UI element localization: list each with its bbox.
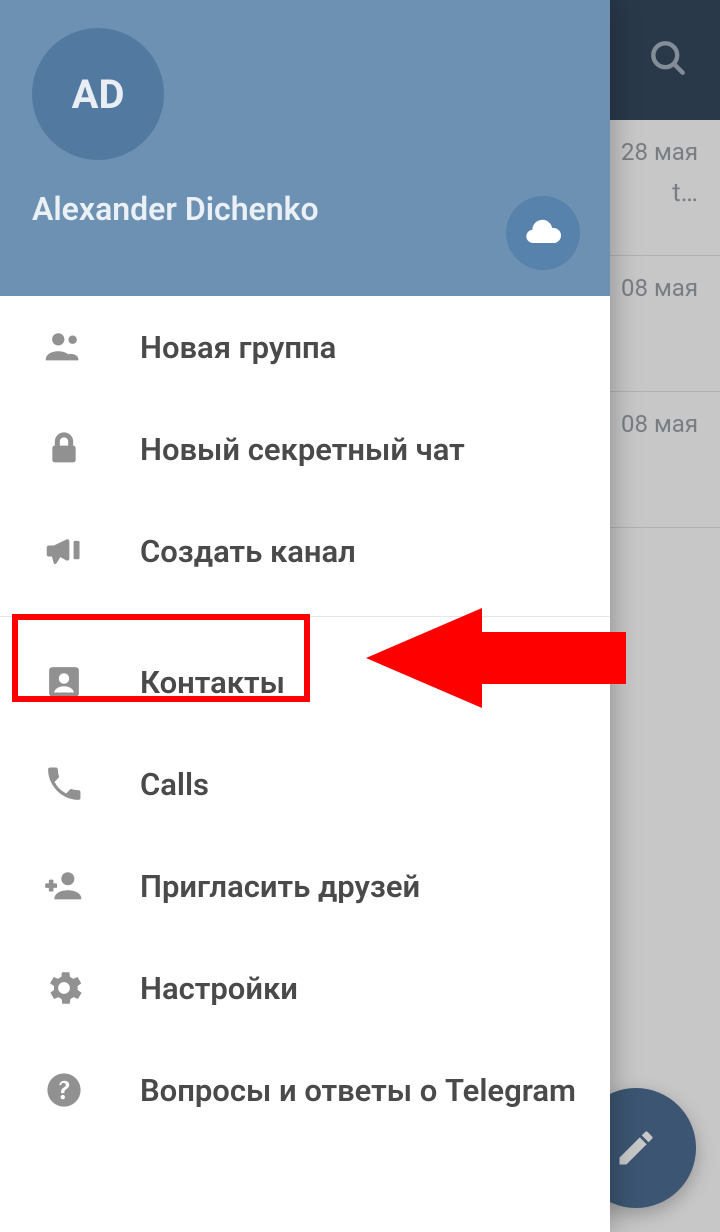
account-name: Alexander Dichenko <box>32 190 578 228</box>
megaphone-icon <box>34 528 94 574</box>
contact-icon <box>34 661 94 703</box>
menu-item-contacts[interactable]: Контакты <box>0 631 610 733</box>
menu-item-faq[interactable]: Вопросы и ответы о Telegram <box>0 1039 610 1141</box>
menu-item-calls[interactable]: Calls <box>0 733 610 835</box>
person-add-icon <box>34 863 94 909</box>
cloud-icon <box>523 213 563 253</box>
saved-messages-button[interactable] <box>506 196 580 270</box>
drawer-header: AD Alexander Dichenko <box>0 0 610 296</box>
menu-item-settings[interactable]: Настройки <box>0 937 610 1039</box>
menu-separator <box>0 616 610 617</box>
help-icon <box>34 1069 94 1111</box>
people-icon <box>34 324 94 370</box>
menu-label: Создать канал <box>140 533 356 570</box>
phone-icon <box>34 763 94 805</box>
menu-label: Новый секретный чат <box>140 431 465 468</box>
menu-item-invite[interactable]: Пригласить друзей <box>0 835 610 937</box>
menu-label: Вопросы и ответы о Telegram <box>140 1072 576 1109</box>
menu-label: Пригласить друзей <box>140 868 420 905</box>
navigation-drawer: AD Alexander Dichenko Нов <box>0 0 610 1232</box>
gear-icon <box>34 966 94 1010</box>
menu-label: Настройки <box>140 970 298 1007</box>
menu-item-new-group[interactable]: Новая группа <box>0 296 610 398</box>
menu-item-secret-chat[interactable]: Новый секретный чат <box>0 398 610 500</box>
menu-label: Calls <box>140 766 209 803</box>
menu-label: Новая группа <box>140 329 336 366</box>
menu-label: Контакты <box>140 664 285 701</box>
menu-item-create-channel[interactable]: Создать канал <box>0 500 610 602</box>
avatar-initials: AD <box>72 71 125 118</box>
drawer-menu: Новая группа Новый секретный чат <box>0 296 610 1232</box>
avatar[interactable]: AD <box>32 28 164 160</box>
lock-icon <box>34 429 94 469</box>
